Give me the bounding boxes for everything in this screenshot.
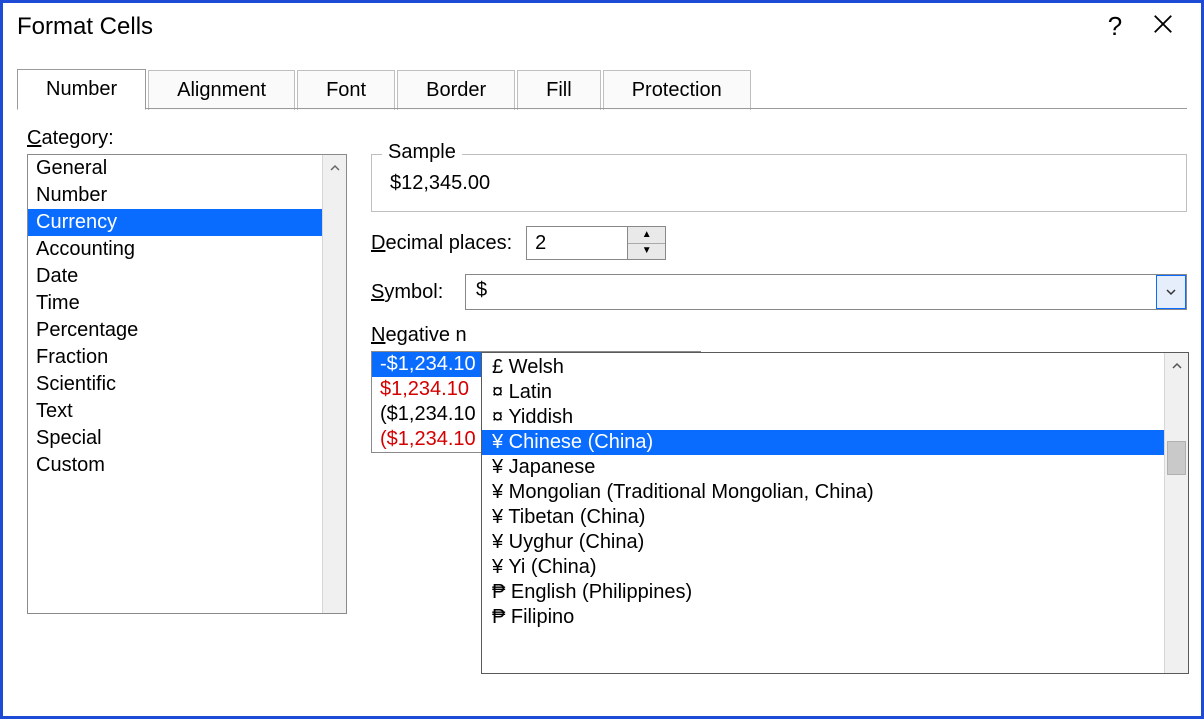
scroll-up-icon[interactable] xyxy=(1165,353,1188,379)
category-item[interactable]: Custom xyxy=(28,452,346,479)
tab-number[interactable]: Number xyxy=(17,69,146,110)
symbol-dropdown-button[interactable] xyxy=(1156,275,1186,309)
tabs: NumberAlignmentFontBorderFillProtection xyxy=(17,68,1187,109)
symbol-option[interactable]: ¥ Japanese xyxy=(482,455,1164,480)
symbol-dropdown-list[interactable]: £ Welsh¤ Latin¤ Yiddish¥ Chinese (China)… xyxy=(481,352,1189,674)
decimal-places-field[interactable] xyxy=(527,227,627,259)
symbol-option[interactable]: ¥ Mongolian (Traditional Mongolian, Chin… xyxy=(482,480,1164,505)
category-label: Category: xyxy=(27,127,1187,150)
sample-value: $12,345.00 xyxy=(372,172,1186,211)
category-item[interactable]: Scientific xyxy=(28,371,346,398)
format-cells-dialog: Format Cells ? NumberAlignmentFontBorder… xyxy=(0,0,1204,719)
symbol-option[interactable]: ¥ Yi (China) xyxy=(482,555,1164,580)
tab-protection[interactable]: Protection xyxy=(603,70,751,110)
category-item[interactable]: Date xyxy=(28,263,346,290)
symbol-option[interactable]: ¥ Chinese (China) xyxy=(482,430,1164,455)
scroll-up-icon[interactable] xyxy=(323,155,346,181)
symbol-option[interactable]: £ Welsh xyxy=(482,355,1164,380)
decimal-places-label: Decimal places: xyxy=(371,232,512,255)
symbol-option[interactable]: ¥ Tibetan (China) xyxy=(482,505,1164,530)
help-button[interactable]: ? xyxy=(1091,11,1139,42)
sample-group: Sample $12,345.00 xyxy=(371,154,1187,212)
category-item[interactable]: Accounting xyxy=(28,236,346,263)
tab-font[interactable]: Font xyxy=(297,70,395,110)
category-item[interactable]: Fraction xyxy=(28,344,346,371)
category-item[interactable]: Time xyxy=(28,290,346,317)
decimal-row: Decimal places: ▲ ▼ xyxy=(371,226,1187,260)
category-item[interactable]: Special xyxy=(28,425,346,452)
dropdown-scrollbar[interactable] xyxy=(1164,353,1188,673)
titlebar: Format Cells ? xyxy=(3,3,1201,48)
chevron-down-icon xyxy=(1165,281,1177,304)
close-button[interactable] xyxy=(1139,11,1187,42)
symbol-option[interactable]: ₱ English (Philippines) xyxy=(482,580,1164,605)
decimal-places-input[interactable]: ▲ ▼ xyxy=(526,226,666,260)
tab-alignment[interactable]: Alignment xyxy=(148,70,295,110)
symbol-option[interactable]: ¥ Uyghur (China) xyxy=(482,530,1164,555)
symbol-value: $ xyxy=(466,275,1156,309)
category-item[interactable]: Percentage xyxy=(28,317,346,344)
symbol-combobox[interactable]: $ xyxy=(465,274,1187,310)
category-listbox[interactable]: GeneralNumberCurrencyAccountingDateTimeP… xyxy=(27,154,347,614)
category-item[interactable]: Number xyxy=(28,182,346,209)
negative-numbers-label: Negative n xyxy=(371,324,1187,347)
scroll-thumb[interactable] xyxy=(1167,441,1186,475)
tab-border[interactable]: Border xyxy=(397,70,515,110)
spinner-down-icon[interactable]: ▼ xyxy=(628,244,665,260)
category-item[interactable]: Currency xyxy=(28,209,346,236)
symbol-option[interactable]: ¤ Yiddish xyxy=(482,405,1164,430)
close-icon xyxy=(1152,11,1174,41)
spinner-up-icon[interactable]: ▲ xyxy=(628,227,665,244)
tab-underline xyxy=(17,108,1187,109)
dialog-title: Format Cells xyxy=(17,13,1091,41)
tab-fill[interactable]: Fill xyxy=(517,70,601,110)
symbol-row: Symbol: $ xyxy=(371,274,1187,310)
scrollbar[interactable] xyxy=(322,155,346,613)
symbol-label: Symbol: xyxy=(371,281,451,304)
right-pane: Sample $12,345.00 Decimal places: ▲ ▼ xyxy=(371,154,1187,614)
sample-legend: Sample xyxy=(382,141,462,164)
category-item[interactable]: General xyxy=(28,155,346,182)
dialog-body: Category: GeneralNumberCurrencyAccountin… xyxy=(3,109,1201,614)
category-item[interactable]: Text xyxy=(28,398,346,425)
symbol-option[interactable]: ₱ Filipino xyxy=(482,605,1164,630)
symbol-option[interactable]: ¤ Latin xyxy=(482,380,1164,405)
